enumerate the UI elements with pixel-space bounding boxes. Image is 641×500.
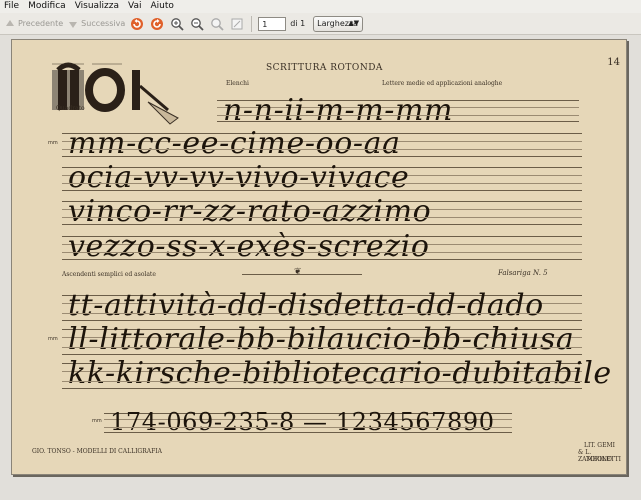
menu-vai[interactable]: Vai (124, 0, 146, 13)
footer-left: GIO. TONSO - MODELLI DI CALLIGRAFIA (32, 448, 162, 455)
line-text-8: kk-kirsche-bibliotecario-dubitabile (68, 356, 612, 391)
line-text-3: ocia-vv-vv-vivo-vivace (68, 160, 410, 195)
writing-line-5: vezzo-ss-x-exès-screzio (62, 229, 582, 264)
menu-modifica[interactable]: Modifica (24, 0, 71, 13)
writing-line-7: ll-littorale-bb-bilaucio-bb-chiusa (62, 322, 582, 357)
page-number-input[interactable]: 1 (258, 16, 287, 31)
toolbar: Precedente Successiva 1 di 1 Larghezza ▲… (0, 13, 641, 35)
line-text-1: n-n-ii-m-m-mm (223, 93, 454, 128)
zoom-in-icon (171, 17, 184, 31)
line-text-7: ll-littorale-bb-bilaucio-bb-chiusa (68, 322, 575, 357)
next-button[interactable]: Successiva (67, 15, 125, 32)
rotate-right-button[interactable] (149, 16, 165, 32)
fit-page-icon (231, 18, 243, 29)
menu-file[interactable]: File (0, 0, 24, 13)
next-label: Successiva (81, 19, 126, 28)
previous-button[interactable]: Precedente (4, 15, 63, 32)
zoom-select[interactable]: Larghezza ▲▼ (313, 15, 364, 32)
toolbar-separator (251, 15, 253, 32)
line-text-2: mm-cc-ee-cime-oo-aa (68, 126, 401, 161)
footer-right-3: TORINO (586, 456, 612, 463)
line-text-9: 174-069-235-8 — 1234567890 (110, 408, 495, 436)
writing-line-2: mm-cc-ee-cime-oo-aa (62, 126, 582, 161)
menu-aiuto[interactable]: Aiuto (147, 0, 179, 13)
writing-line-9: 174-069-235-8 — 1234567890 (104, 408, 512, 436)
line-text-4: vinco-rr-zz-rato-azzimo (68, 194, 432, 229)
rotate-left-icon (131, 17, 144, 30)
label-ascendenti: Ascendenti semplici ed asolate (62, 271, 156, 278)
zoom-out-button[interactable] (189, 16, 205, 32)
footer-right-1: LIT. GEMI (584, 442, 615, 449)
ornament-divider (242, 267, 362, 277)
mm-label-2: mm (48, 336, 58, 342)
writing-line-8: kk-kirsche-bibliotecario-dubitabile (62, 356, 611, 391)
label-falsariga: Falsariga N. 5 (498, 269, 548, 277)
line-text-6: tt-attività-dd-disdetta-dd-dado (68, 288, 544, 323)
sheet-title: SCRITTURA ROTONDA (266, 63, 383, 73)
arrow-down-icon (69, 21, 78, 28)
label-lettere: Lettere medie ed applicazioni analoghe (382, 80, 503, 87)
fit-page-button[interactable] (229, 16, 245, 32)
zoom-in-button[interactable] (169, 16, 185, 32)
zoom-out-icon (191, 17, 204, 31)
menu-visualizza[interactable]: Visualizza (71, 0, 124, 13)
writing-line-1: n-n-ii-m-m-mm (217, 93, 579, 128)
line-text-5: vezzo-ss-x-exès-screzio (68, 229, 430, 264)
label-quadrato: Quadrato (56, 105, 85, 112)
arrow-up-icon (6, 19, 14, 26)
document-page: SCRITTURA ROTONDA 14 Quadrato Elenchi Le… (11, 39, 627, 475)
label-elenchi: Elenchi (226, 80, 249, 87)
writing-line-3: ocia-vv-vv-vivo-vivace (62, 160, 582, 195)
mm-label-3: mm (92, 418, 102, 424)
zoom-fit-button[interactable] (209, 16, 225, 32)
mm-label-1: mm (48, 140, 58, 146)
chevron-down-icon: ▲▼ (348, 18, 360, 27)
quadrato-letters (52, 62, 179, 125)
writing-line-6: tt-attività-dd-disdetta-dd-dado (62, 288, 582, 323)
rotate-right-icon (151, 17, 164, 30)
writing-line-4: vinco-rr-zz-rato-azzimo (62, 194, 582, 229)
previous-label: Precedente (18, 19, 64, 28)
page-number: 14 (607, 57, 620, 68)
zoom-fit-icon (211, 17, 224, 31)
rotate-left-button[interactable] (129, 16, 145, 32)
page-count-label: di 1 (290, 19, 306, 28)
menu-bar: File Modifica Visualizza Vai Aiuto (0, 0, 641, 13)
